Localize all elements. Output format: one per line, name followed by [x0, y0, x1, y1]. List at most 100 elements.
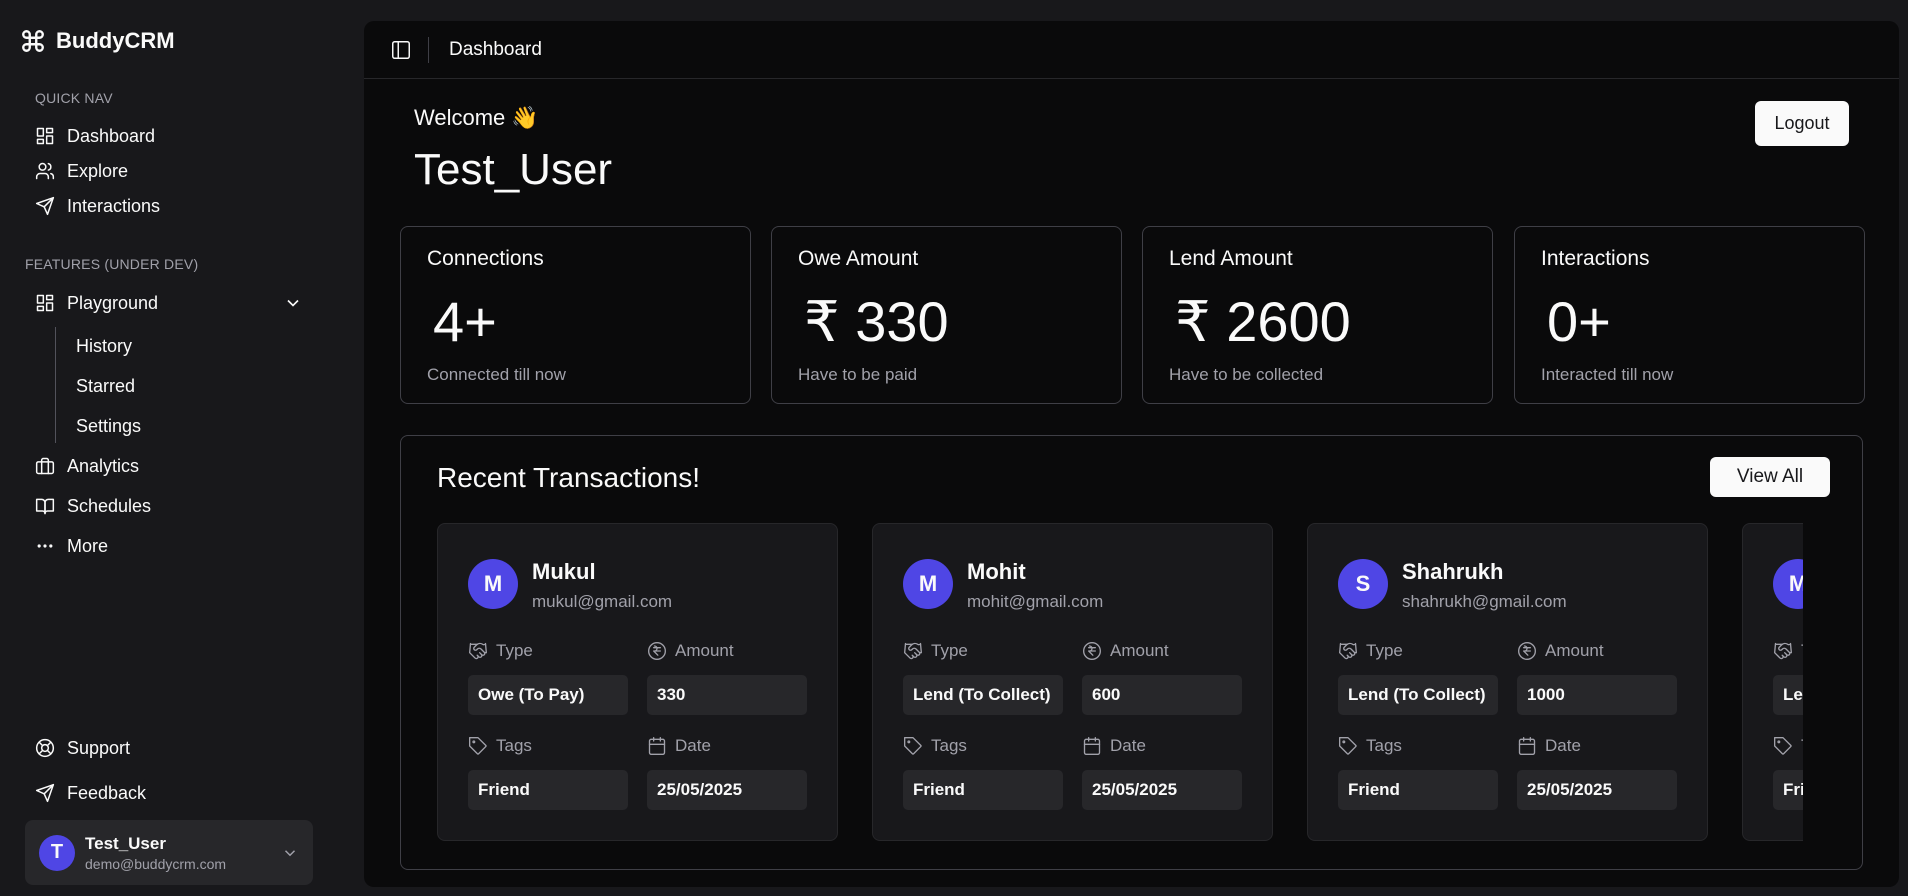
breadcrumb: Dashboard: [449, 38, 542, 60]
more-icon: [37, 544, 53, 548]
user-menu[interactable]: T Test_User demo@buddycrm.com: [25, 820, 313, 885]
sidebar-item-playground[interactable]: Playground: [35, 289, 158, 317]
tags-label-text: Tags: [1366, 736, 1402, 755]
tags-label: Tags: [1338, 736, 1402, 756]
calendar-icon: [1083, 737, 1101, 755]
sidebar-subitem-history[interactable]: History: [76, 336, 132, 357]
date-label: Date: [1517, 736, 1581, 756]
stat-title: Owe Amount: [798, 247, 919, 270]
tags-label: Tags: [903, 736, 967, 756]
tags-value: Friend: [903, 770, 1063, 810]
welcome-text: Welcome 👋: [414, 105, 539, 130]
sidebar-item-interactions[interactable]: Interactions: [35, 192, 160, 220]
stat-value: 0+: [1547, 290, 1611, 353]
stat-card-owe-amount: Owe Amount ₹ 330 Have to be paid: [771, 226, 1122, 404]
stat-subtitle: Have to be collected: [1169, 365, 1324, 384]
features-label: FEATURES (UNDER DEV): [25, 256, 199, 272]
rupee-circle-icon: [1518, 642, 1536, 660]
send-icon: [35, 196, 55, 216]
view-all-button[interactable]: View All: [1710, 457, 1830, 497]
sidebar-item-label: Dashboard: [67, 125, 156, 146]
date-value: 25/05/2025: [647, 770, 807, 810]
page-title: Test_User: [414, 145, 613, 194]
amount-label-text: Amount: [1110, 641, 1169, 660]
sidebar-item-support[interactable]: Support: [35, 734, 130, 762]
calendar-icon: [648, 737, 666, 755]
sidebar-item-analytics[interactable]: Analytics: [35, 452, 139, 480]
sidebar-item-more[interactable]: More: [35, 532, 108, 560]
sidebar-subitem-settings[interactable]: Settings: [76, 416, 141, 437]
avatar: M: [903, 559, 953, 609]
lifebuoy-icon: [35, 738, 55, 758]
stat-title: Interactions: [1541, 247, 1650, 270]
type-label-text: Type: [1366, 641, 1403, 660]
stat-subtitle: Connected till now: [427, 365, 566, 384]
contact-name: Mukul: [532, 559, 596, 584]
contact-name: Mohit: [967, 559, 1026, 584]
transaction-card[interactable]: S Shahrukh shahrukh@gmail.com Type Amoun…: [1307, 523, 1708, 841]
amount-label: Amount: [1517, 641, 1604, 661]
transaction-card[interactable]: M Type Lend (To Collect) Tags Friend: [1742, 523, 1803, 841]
book-icon: [35, 498, 55, 515]
stat-card-interactions: Interactions 0+ Interacted till now: [1514, 226, 1865, 404]
sidebar-item-label: Interactions: [67, 195, 161, 216]
transaction-card[interactable]: M Mohit mohit@gmail.com Type Amount Lend…: [872, 523, 1273, 841]
users-icon: [35, 162, 55, 180]
recent-transactions: Recent Transactions! View All M Mukul mu…: [400, 435, 1863, 870]
sidebar: BuddyCRM QUICK NAV Dashboard Explore Int…: [0, 0, 350, 896]
sidebar-item-label: Schedules: [67, 495, 152, 516]
sidebar-item-label: Feedback: [67, 782, 147, 803]
tags-label-text: Tags: [1801, 736, 1803, 756]
contact-email: shahrukh@gmail.com: [1402, 592, 1567, 611]
quick-nav-label: QUICK NAV: [35, 90, 113, 106]
sidebar-item-dashboard[interactable]: Dashboard: [35, 122, 155, 150]
tags-value: Friend: [1773, 770, 1803, 810]
type-value: Owe (To Pay): [468, 675, 628, 715]
date-value: 25/05/2025: [1517, 770, 1677, 810]
avatar: T: [39, 834, 75, 871]
brand-name: BuddyCRM: [56, 28, 175, 53]
tags-label-text: Tags: [496, 736, 532, 755]
brand-logo[interactable]: BuddyCRM: [20, 28, 175, 54]
rupee-circle-icon: [648, 642, 666, 660]
date-value: 25/05/2025: [1082, 770, 1242, 810]
contact-name: Shahrukh: [1402, 559, 1504, 584]
grid-icon: [36, 127, 54, 145]
transactions-carousel[interactable]: M Mukul mukul@gmail.com Type Amount Owe …: [437, 523, 1803, 843]
section-title: Recent Transactions!: [437, 462, 701, 493]
briefcase-icon: [35, 457, 55, 475]
sidebar-toggle-icon[interactable]: [390, 39, 412, 61]
avatar: M: [1773, 559, 1803, 609]
sidebar-item-explore[interactable]: Explore: [35, 157, 128, 185]
avatar: M: [468, 559, 518, 609]
sidebar-item-schedules[interactable]: Schedules: [35, 492, 151, 520]
stat-subtitle: Interacted till now: [1541, 365, 1674, 384]
sidebar-item-label: Explore: [67, 160, 129, 181]
stat-card-connections: Connections 4+ Connected till now: [400, 226, 751, 404]
tags-value: Friend: [468, 770, 628, 810]
type-label: Type: [468, 641, 533, 661]
user-info: Test_User demo@buddycrm.com: [85, 834, 271, 872]
user-email: demo@buddycrm.com: [85, 855, 227, 872]
tag-icon: [469, 737, 487, 755]
amount-value: 330: [647, 675, 807, 715]
logout-button[interactable]: Logout: [1755, 101, 1849, 146]
grid-icon: [36, 294, 54, 312]
transaction-card[interactable]: M Mukul mukul@gmail.com Type Amount Owe …: [437, 523, 838, 841]
type-label-text: Type: [1801, 641, 1803, 661]
date-label-text: Date: [1110, 736, 1146, 755]
type-label: Type: [1338, 641, 1403, 661]
main-panel: Dashboard Welcome 👋 Test_User Logout Con…: [364, 21, 1899, 887]
date-label-text: Date: [675, 736, 711, 755]
sidebar-item-label: Support: [67, 737, 131, 758]
date-label: Date: [1082, 736, 1146, 756]
stat-title: Connections: [427, 247, 544, 270]
chevron-down-icon[interactable]: [283, 293, 303, 313]
sidebar-item-feedback[interactable]: Feedback: [35, 779, 146, 807]
command-icon: [22, 30, 44, 52]
amount-label-text: Amount: [675, 641, 734, 660]
tags-label: Tags: [468, 736, 532, 756]
amount-value: 600: [1082, 675, 1242, 715]
sidebar-subitem-starred[interactable]: Starred: [76, 376, 135, 397]
handshake-icon: [1339, 642, 1357, 660]
